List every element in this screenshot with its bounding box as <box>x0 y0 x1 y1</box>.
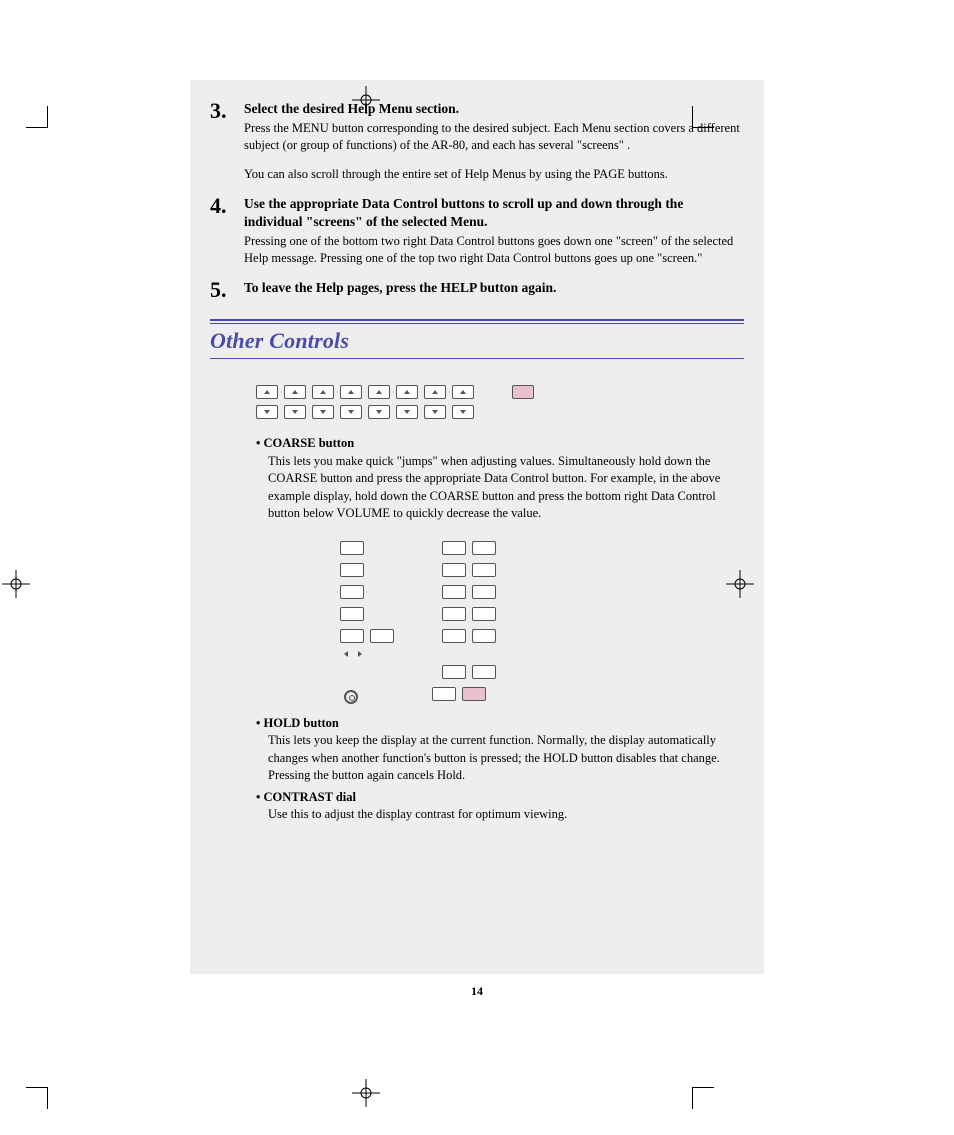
bullet-contrast: • CONTRAST dial Use this to adjust the d… <box>256 789 744 824</box>
registration-mark-bottom <box>352 1079 380 1107</box>
page-content: 3. Select the desired Help Menu section.… <box>190 80 764 974</box>
panel-button-icon <box>340 629 364 643</box>
panel-button-icon <box>472 585 496 599</box>
control-panel-diagram <box>340 541 744 701</box>
step-body: Pressing one of the bottom two right Dat… <box>244 233 744 267</box>
panel-button-icon <box>432 687 456 701</box>
panel-button-icon <box>442 607 466 621</box>
bullet-hold: • HOLD button This lets you keep the dis… <box>256 715 744 785</box>
down-button-icon <box>284 405 306 419</box>
up-button-icon <box>256 385 278 399</box>
panel-button-icon <box>442 665 466 679</box>
step-title: Select the desired Help Menu section. <box>244 100 744 118</box>
panel-button-icon <box>472 563 496 577</box>
up-button-icon <box>396 385 418 399</box>
panel-button-icon <box>340 607 364 621</box>
step-body-2: You can also scroll through the entire s… <box>244 166 744 183</box>
crop-mark-bl <box>8 1087 48 1127</box>
down-button-icon <box>312 405 334 419</box>
bullet-title: • CONTRAST dial <box>256 789 744 807</box>
bullet-body: Use this to adjust the display contrast … <box>268 806 744 824</box>
panel-button-icon <box>370 629 394 643</box>
panel-button-icon <box>472 607 496 621</box>
panel-button-icon <box>472 541 496 555</box>
bullet-body: This lets you keep the display at the cu… <box>268 732 744 785</box>
down-button-icon <box>340 405 362 419</box>
crop-mark-tr <box>692 88 732 128</box>
registration-mark-left <box>2 570 30 598</box>
up-button-icon <box>424 385 446 399</box>
right-arrow-icon <box>358 651 362 657</box>
panel-button-icon <box>442 629 466 643</box>
section-underline <box>210 358 744 359</box>
up-button-icon <box>452 385 474 399</box>
hold-button-icon <box>462 687 486 701</box>
left-arrow-icon <box>344 651 348 657</box>
panel-button-icon <box>340 563 364 577</box>
step-5: 5. To leave the Help pages, press the HE… <box>210 279 744 301</box>
step-title: Use the appropriate Data Control buttons… <box>244 195 744 231</box>
panel-button-icon <box>472 629 496 643</box>
down-button-icon <box>424 405 446 419</box>
down-button-icon <box>452 405 474 419</box>
crop-mark-br <box>692 1087 732 1127</box>
up-button-icon <box>284 385 306 399</box>
up-button-icon <box>312 385 334 399</box>
step-title: To leave the Help pages, press the HELP … <box>244 279 744 297</box>
coarse-button-icon <box>512 385 534 399</box>
panel-button-icon <box>340 541 364 555</box>
arrow-icons <box>344 651 744 657</box>
section-rule <box>210 319 744 324</box>
down-button-icon <box>396 405 418 419</box>
bullet-body: This lets you make quick "jumps" when ad… <box>268 453 744 523</box>
down-button-icon <box>256 405 278 419</box>
step-body-1: Press the MENU button corresponding to t… <box>244 120 744 154</box>
registration-mark-top <box>352 86 380 114</box>
panel-button-icon <box>472 665 496 679</box>
registration-mark-right <box>726 570 754 598</box>
panel-button-icon <box>442 563 466 577</box>
section-title: Other Controls <box>210 328 744 354</box>
up-button-icon <box>368 385 390 399</box>
down-button-icon <box>368 405 390 419</box>
bullet-coarse: • COARSE button This lets you make quick… <box>256 435 744 523</box>
up-button-icon <box>340 385 362 399</box>
crop-mark-tl <box>8 88 48 128</box>
bullet-title: • COARSE button <box>256 435 744 453</box>
page-number: 14 <box>0 984 954 999</box>
step-number: 5. <box>210 279 244 301</box>
step-number: 4. <box>210 195 244 267</box>
panel-button-icon <box>442 585 466 599</box>
button-row-diagram <box>256 385 744 419</box>
step-3: 3. Select the desired Help Menu section.… <box>210 100 744 183</box>
panel-button-icon <box>340 585 364 599</box>
bullet-title: • HOLD button <box>256 715 744 733</box>
contrast-dial-icon <box>344 690 358 704</box>
step-4: 4. Use the appropriate Data Control butt… <box>210 195 744 267</box>
panel-button-icon <box>442 541 466 555</box>
step-number: 3. <box>210 100 244 183</box>
